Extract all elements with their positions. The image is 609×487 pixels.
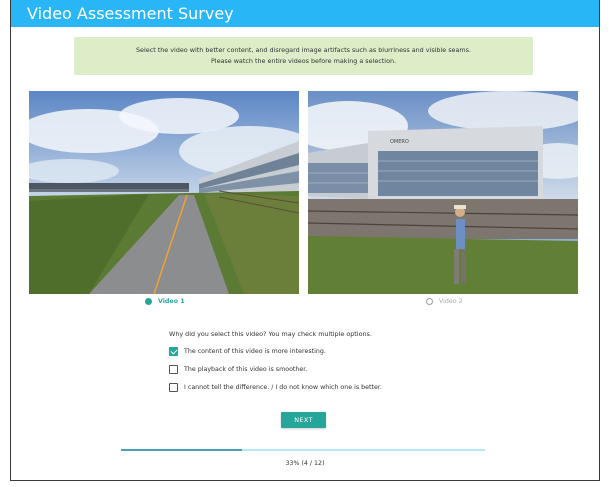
video-2-radio-empty-icon[interactable]	[426, 298, 433, 305]
reason-option-smoother[interactable]: The playback of this video is smoother.	[169, 365, 307, 374]
progress-bar-fill	[121, 449, 243, 451]
survey-page: Video Assessment Survey Select the video…	[10, 0, 600, 481]
page-title: Video Assessment Survey	[27, 4, 234, 23]
reason-option-interesting[interactable]: The content of this video is more intere…	[169, 347, 326, 356]
reason-option-label: The content of this video is more intere…	[184, 348, 326, 355]
instructions-line-1: Select the video with better content, an…	[136, 46, 471, 54]
progress-bar	[121, 449, 485, 451]
instructions-box: Select the video with better content, an…	[74, 37, 533, 75]
reason-option-cannot-tell[interactable]: I cannot tell the difference. / I do not…	[169, 383, 382, 392]
checkbox-empty-icon[interactable]	[169, 383, 178, 392]
video-1-radio-selected-icon[interactable]	[145, 298, 152, 305]
video-2-player[interactable]: OMERO	[308, 91, 578, 294]
reason-question: Why did you select this video? You may c…	[169, 330, 372, 338]
video-1-frame	[29, 91, 299, 294]
progress-label: 33% (4 / 12)	[285, 460, 325, 467]
video-2-label: Video 2	[439, 298, 463, 305]
instructions-line-2: Please watch the entire videos before ma…	[210, 57, 397, 65]
checkbox-checked-icon[interactable]	[169, 347, 178, 356]
checkbox-empty-icon[interactable]	[169, 365, 178, 374]
video-1-player[interactable]	[29, 91, 299, 294]
video-2-frame: OMERO	[308, 91, 578, 294]
building-sign: OMERO	[390, 139, 409, 145]
video-1-radio-option[interactable]: Video 1	[145, 298, 185, 305]
next-button[interactable]: NEXT	[281, 412, 326, 428]
reason-option-label: I cannot tell the difference. / I do not…	[184, 384, 382, 391]
reason-option-label: The playback of this video is smoother.	[184, 366, 308, 373]
video-1-label: Video 1	[158, 298, 185, 305]
video-2-radio-option[interactable]: Video 2	[426, 298, 463, 305]
app-header: Video Assessment Survey	[11, 0, 599, 27]
